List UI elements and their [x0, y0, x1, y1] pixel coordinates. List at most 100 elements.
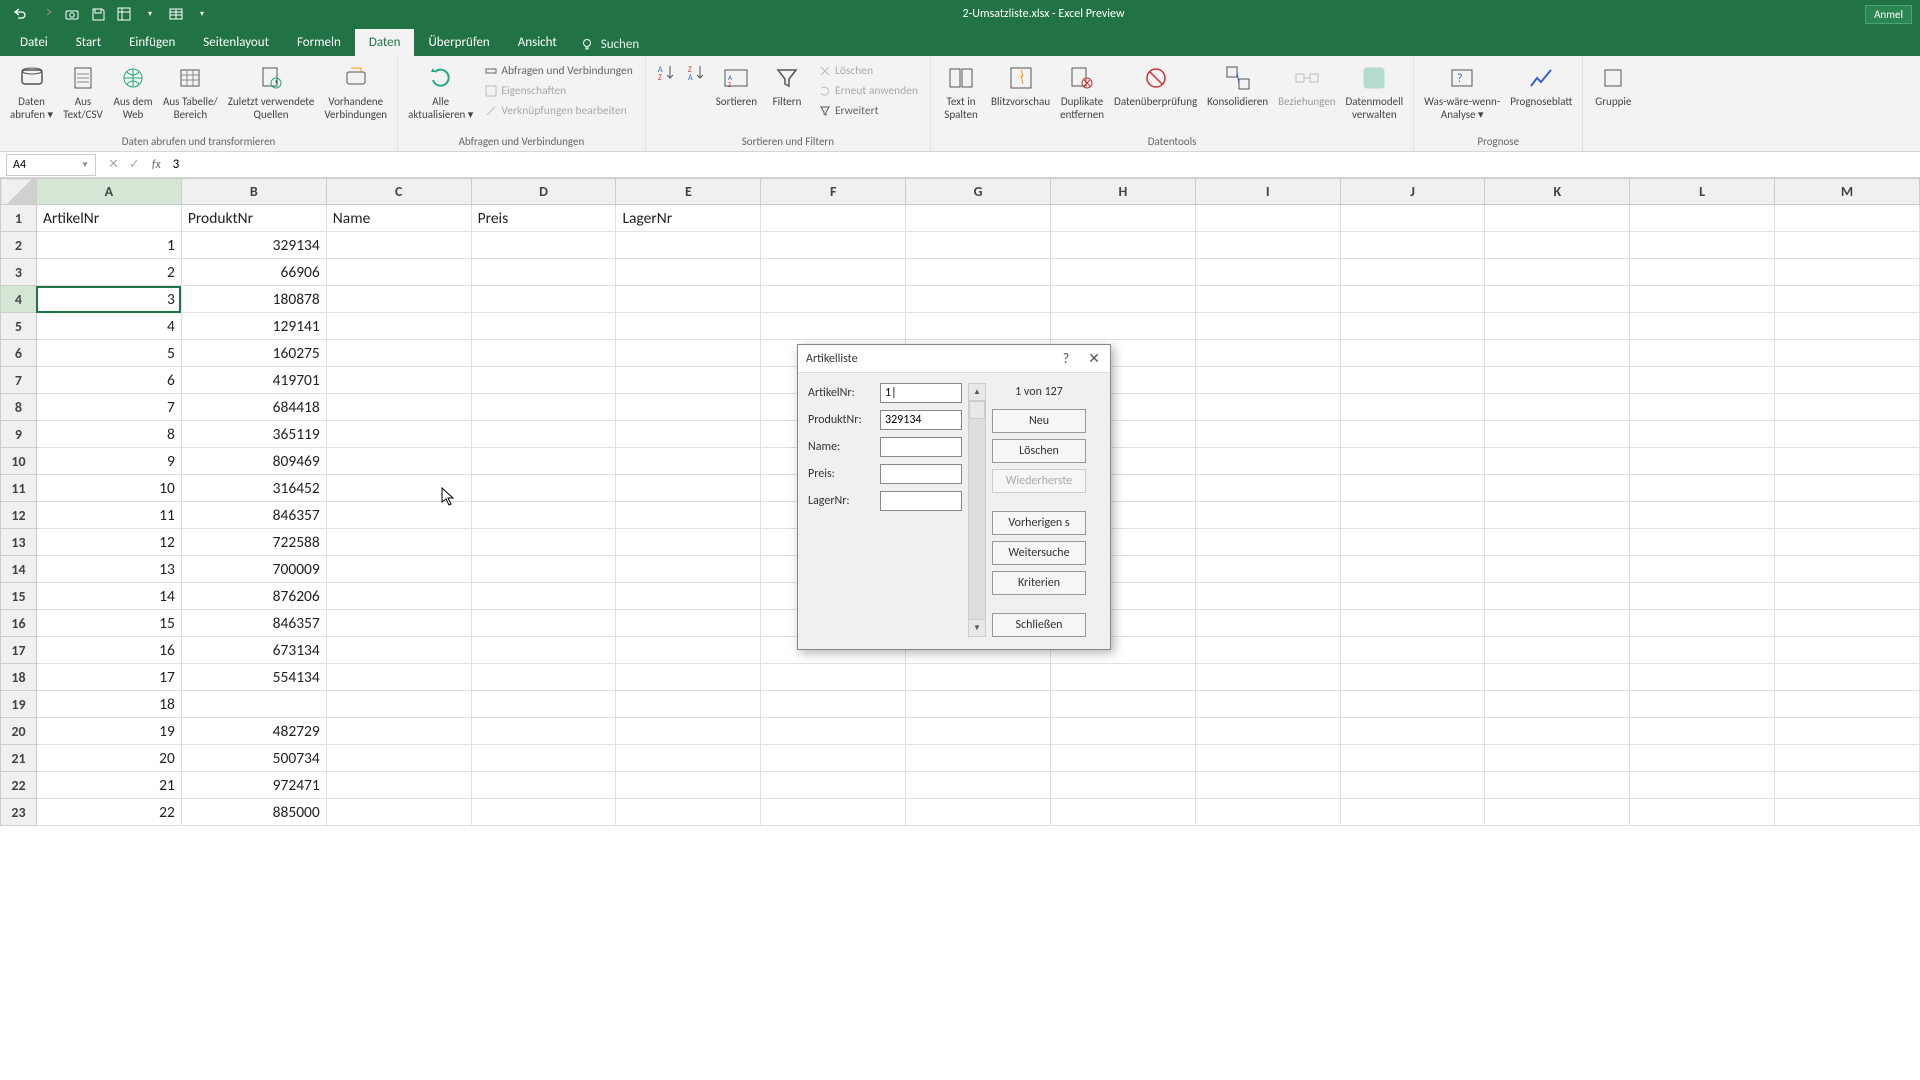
cell-D8[interactable]: [471, 394, 616, 421]
cell-K10[interactable]: [1485, 448, 1630, 475]
dlg-input-preis[interactable]: [880, 464, 962, 484]
cell-L16[interactable]: [1630, 610, 1775, 637]
row-header-9[interactable]: 9: [1, 421, 37, 448]
col-header-B[interactable]: B: [181, 179, 326, 205]
cell-J15[interactable]: [1340, 583, 1485, 610]
cell-J11[interactable]: [1340, 475, 1485, 502]
text-to-columns-button[interactable]: Text in Spalten: [937, 60, 985, 133]
cell-E5[interactable]: [616, 313, 761, 340]
cell-I5[interactable]: [1195, 313, 1340, 340]
cell-G20[interactable]: [906, 718, 1051, 745]
col-header-J[interactable]: J: [1340, 179, 1485, 205]
camera-icon[interactable]: [64, 6, 80, 22]
cell-E19[interactable]: [616, 691, 761, 718]
cell-J16[interactable]: [1340, 610, 1485, 637]
cell-J8[interactable]: [1340, 394, 1485, 421]
chevron-down-icon[interactable]: ▼: [81, 160, 89, 170]
cell-G19[interactable]: [906, 691, 1051, 718]
cell-D18[interactable]: [471, 664, 616, 691]
cell-M7[interactable]: [1775, 367, 1920, 394]
col-header-F[interactable]: F: [761, 179, 906, 205]
cell-B16[interactable]: 846357: [181, 610, 326, 637]
cell-I22[interactable]: [1195, 772, 1340, 799]
cell-I23[interactable]: [1195, 799, 1340, 826]
row-header-17[interactable]: 17: [1, 637, 37, 664]
row-header-20[interactable]: 20: [1, 718, 37, 745]
cell-C1[interactable]: Name: [326, 205, 471, 232]
advanced-filter-item[interactable]: Erweitert: [813, 102, 924, 120]
cell-I6[interactable]: [1195, 340, 1340, 367]
cell-H3[interactable]: [1050, 259, 1195, 286]
cell-B2[interactable]: 329134: [181, 232, 326, 259]
cell-M10[interactable]: [1775, 448, 1920, 475]
signin-button[interactable]: Anmel: [1865, 5, 1912, 24]
row-header-11[interactable]: 11: [1, 475, 37, 502]
cell-D16[interactable]: [471, 610, 616, 637]
row-header-8[interactable]: 8: [1, 394, 37, 421]
tab-einfuegen[interactable]: Einfügen: [115, 29, 189, 56]
row-header-14[interactable]: 14: [1, 556, 37, 583]
cell-F23[interactable]: [761, 799, 906, 826]
cell-E13[interactable]: [616, 529, 761, 556]
cell-D20[interactable]: [471, 718, 616, 745]
cell-C20[interactable]: [326, 718, 471, 745]
cell-F22[interactable]: [761, 772, 906, 799]
cell-F4[interactable]: [761, 286, 906, 313]
close-icon[interactable]: ✕: [1086, 350, 1102, 367]
row-header-12[interactable]: 12: [1, 502, 37, 529]
tab-formeln[interactable]: Formeln: [283, 29, 355, 56]
row-header-15[interactable]: 15: [1, 583, 37, 610]
tab-datei[interactable]: Datei: [6, 29, 62, 56]
cell-M5[interactable]: [1775, 313, 1920, 340]
cell-E2[interactable]: [616, 232, 761, 259]
cell-E22[interactable]: [616, 772, 761, 799]
row-header-5[interactable]: 5: [1, 313, 37, 340]
cell-B15[interactable]: 876206: [181, 583, 326, 610]
cell-D21[interactable]: [471, 745, 616, 772]
cell-A14[interactable]: 13: [36, 556, 181, 583]
cell-B11[interactable]: 316452: [181, 475, 326, 502]
queries-connections-item[interactable]: Abfragen und Verbindungen: [479, 62, 638, 80]
cell-E4[interactable]: [616, 286, 761, 313]
cell-A22[interactable]: 21: [36, 772, 181, 799]
recent-sources-button[interactable]: Zuletzt verwendete Quellen: [224, 60, 319, 133]
cell-C22[interactable]: [326, 772, 471, 799]
cell-J3[interactable]: [1340, 259, 1485, 286]
row-header-18[interactable]: 18: [1, 664, 37, 691]
cell-B19[interactable]: [181, 691, 326, 718]
sort-az-button[interactable]: AZ: [652, 60, 680, 133]
cell-D19[interactable]: [471, 691, 616, 718]
cell-L17[interactable]: [1630, 637, 1775, 664]
cell-J17[interactable]: [1340, 637, 1485, 664]
cell-B17[interactable]: 673134: [181, 637, 326, 664]
cell-C16[interactable]: [326, 610, 471, 637]
cell-L1[interactable]: [1630, 205, 1775, 232]
cell-K20[interactable]: [1485, 718, 1630, 745]
cell-B5[interactable]: 129141: [181, 313, 326, 340]
cell-H20[interactable]: [1050, 718, 1195, 745]
cell-M8[interactable]: [1775, 394, 1920, 421]
cell-E23[interactable]: [616, 799, 761, 826]
cell-C2[interactable]: [326, 232, 471, 259]
col-header-C[interactable]: C: [326, 179, 471, 205]
cell-I10[interactable]: [1195, 448, 1340, 475]
tab-seitenlayout[interactable]: Seitenlayout: [189, 29, 283, 56]
criteria-button[interactable]: Kriterien: [992, 571, 1086, 595]
cell-K15[interactable]: [1485, 583, 1630, 610]
cell-E17[interactable]: [616, 637, 761, 664]
cell-K21[interactable]: [1485, 745, 1630, 772]
filter-button[interactable]: Filtern: [763, 60, 811, 133]
close-button[interactable]: Schließen: [992, 613, 1086, 637]
cell-I21[interactable]: [1195, 745, 1340, 772]
tab-ueberpruefen[interactable]: Überprüfen: [414, 29, 503, 56]
cell-D9[interactable]: [471, 421, 616, 448]
get-data-button[interactable]: Daten abrufen ▾: [6, 60, 57, 133]
existing-connections-button[interactable]: Vorhandene Verbindungen: [320, 60, 391, 133]
cell-B10[interactable]: 809469: [181, 448, 326, 475]
cell-J20[interactable]: [1340, 718, 1485, 745]
cell-B14[interactable]: 700009: [181, 556, 326, 583]
cell-E15[interactable]: [616, 583, 761, 610]
confirm-icon[interactable]: ✓: [129, 157, 140, 172]
cell-E6[interactable]: [616, 340, 761, 367]
cell-D11[interactable]: [471, 475, 616, 502]
